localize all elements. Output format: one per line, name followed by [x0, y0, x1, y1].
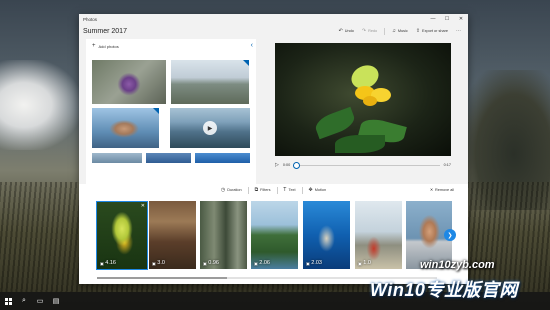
image-icon: ▣: [358, 260, 362, 266]
project-title[interactable]: Summer 2017: [83, 28, 336, 35]
text-icon: Ꭲ: [283, 187, 287, 193]
start-button[interactable]: [0, 292, 16, 310]
undo-icon: ↶: [338, 28, 343, 34]
storyboard-cards: ✕ ▣ 4.16 ▣ 3.0 ▣ 0.96 ▣ 2.06 ▣ 2.03 ▣ 1.0: [96, 201, 452, 271]
library-thumb-row3-a[interactable]: [92, 153, 142, 163]
scroll-right-button[interactable]: ❯: [444, 229, 456, 241]
command-bar: ↶ Undo ↷ Redo ♫ Music ⇪ Export or share ⋯: [336, 27, 468, 35]
file-explorer-icon[interactable]: ▤: [48, 292, 64, 310]
motion-icon: ✥: [308, 187, 313, 193]
total-time: 0:17: [443, 163, 451, 167]
card-duration: 2.03: [311, 260, 322, 266]
export-share-button[interactable]: ⇪ Export or share: [413, 28, 451, 34]
watermark-site: win10zyb.com: [420, 259, 495, 271]
plus-icon: +: [92, 43, 96, 49]
clock-icon: ◷: [220, 187, 226, 193]
preview-leaf: [335, 135, 385, 153]
minimize-button[interactable]: —: [426, 14, 440, 24]
remove-card-icon[interactable]: ✕: [141, 203, 145, 209]
library-thumb-beach-family[interactable]: [171, 60, 249, 104]
video-preview[interactable]: [275, 43, 451, 156]
window-controls: — ☐ ✕: [426, 14, 468, 24]
added-marker-icon: [153, 108, 159, 114]
app-title: Photos: [83, 16, 98, 22]
photos-window: Photos — ☐ ✕ Summer 2017 ↶ Undo ↷ Redo ♫ Mu…: [79, 14, 468, 284]
text-button[interactable]: Ꭲ Text: [284, 187, 296, 193]
storyboard-card-butterfly[interactable]: ✕ ▣ 4.16: [96, 201, 148, 270]
library-thumb-harbor-video[interactable]: ▶: [170, 108, 250, 148]
storyboard-card-beach-kids[interactable]: ▣ 1.0: [355, 201, 402, 269]
library-thumb-row3-b[interactable]: [146, 153, 191, 163]
project-library: + Add photos ‹ ▶: [86, 39, 256, 185]
music-button[interactable]: ♫ Music: [389, 28, 411, 34]
more-icon: ⋯: [456, 28, 461, 34]
music-icon: ♫: [392, 28, 396, 34]
image-icon: ▣: [254, 260, 258, 266]
remove-icon: ✕: [429, 188, 433, 192]
storyboard-card-boardwalk[interactable]: ▣ 3.0: [149, 201, 196, 269]
card-duration: 2.06: [259, 260, 270, 266]
scrollbar-thumb[interactable]: [97, 277, 227, 279]
project-bar: Summer 2017 ↶ Undo ↷ Redo ♫ Music ⇪ Export o…: [79, 24, 468, 38]
filters-button[interactable]: ⧉ Filters: [255, 187, 271, 193]
windows-logo-icon: [4, 297, 12, 305]
storyboard-card-diver[interactable]: ▣ 2.03: [303, 201, 350, 269]
add-photos-button[interactable]: + Add photos: [86, 39, 256, 53]
add-photos-label: Add photos: [98, 43, 119, 49]
search-icon[interactable]: ⌕: [16, 292, 32, 310]
toolbar-divider: [276, 186, 278, 194]
close-window-button[interactable]: ✕: [454, 14, 468, 24]
motion-button[interactable]: ✥ Motion: [309, 187, 327, 193]
storyboard-toolbar: ◷ Duration ⧉ Filters Ꭲ Text ✥ Motion ✕ Remove…: [79, 184, 468, 196]
card-duration: 1.0: [363, 260, 371, 266]
seek-handle[interactable]: [293, 161, 301, 169]
image-icon: ▣: [306, 260, 310, 266]
added-marker-icon: [243, 60, 249, 66]
filter-icon: ⧉: [254, 187, 259, 193]
butterfly-on-flower: [347, 61, 391, 108]
remove-all-button[interactable]: ✕ Remove all: [429, 187, 454, 193]
library-thumb-starfish[interactable]: [92, 60, 166, 104]
toolbar-divider: [301, 186, 303, 194]
share-icon: ⇪: [415, 28, 421, 34]
more-options-button[interactable]: ⋯: [453, 28, 464, 34]
duration-button[interactable]: ◷ Duration: [221, 187, 242, 193]
current-time: 0:00: [282, 163, 291, 167]
watermark-brand: Win10专业版官网: [370, 280, 518, 300]
play-button[interactable]: ▷: [275, 162, 279, 168]
preview-leaf: [312, 106, 358, 140]
library-thumb-boy[interactable]: [92, 108, 159, 148]
image-icon: ▣: [100, 260, 104, 266]
player-controls: ▷ 0:00 0:17: [275, 160, 451, 170]
play-icon[interactable]: ▶: [203, 121, 217, 135]
image-icon: ▣: [152, 260, 156, 266]
card-duration: 4.16: [105, 260, 116, 266]
redo-button[interactable]: ↷ Redo: [359, 28, 380, 34]
toolbar-divider: [247, 186, 249, 194]
command-divider: [384, 27, 386, 35]
redo-icon: ↷: [361, 28, 367, 34]
title-bar: Photos — ☐ ✕: [79, 14, 468, 24]
maximize-button[interactable]: ☐: [440, 14, 454, 24]
task-view-icon[interactable]: ▭: [32, 292, 48, 310]
storyboard: ◷ Duration ⧉ Filters Ꭲ Text ✥ Motion ✕ Remove…: [79, 184, 468, 284]
library-thumb-row3-c[interactable]: [195, 153, 250, 163]
seek-bar[interactable]: [293, 161, 440, 169]
card-duration: 0.96: [208, 260, 219, 266]
background-sun: [0, 60, 80, 150]
storyboard-card-island[interactable]: ▣ 2.06: [251, 201, 298, 269]
card-duration: 3.0: [157, 260, 165, 266]
storyboard-card-forest[interactable]: ▣ 0.96: [200, 201, 247, 269]
undo-button[interactable]: ↶ Undo: [336, 28, 357, 34]
collapse-library-icon[interactable]: ‹: [251, 42, 253, 49]
image-icon: ▣: [203, 260, 207, 266]
